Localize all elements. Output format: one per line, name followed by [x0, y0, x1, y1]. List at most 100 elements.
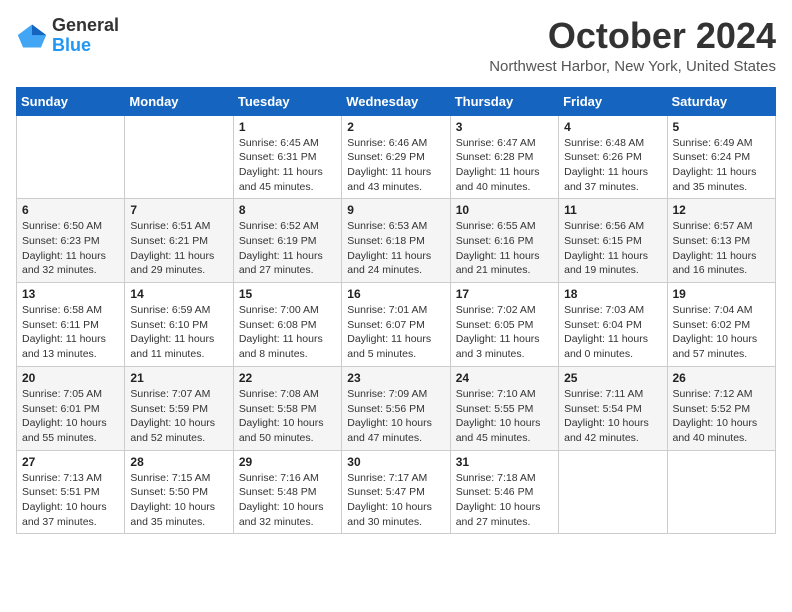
day-number: 24	[456, 371, 553, 385]
day-info: Sunrise: 6:48 AM Sunset: 6:26 PM Dayligh…	[564, 136, 661, 195]
day-info: Sunrise: 7:12 AM Sunset: 5:52 PM Dayligh…	[673, 387, 771, 446]
day-number: 19	[673, 287, 771, 301]
day-info: Sunrise: 6:55 AM Sunset: 6:16 PM Dayligh…	[456, 219, 553, 278]
calendar-day-cell: 14 Sunrise: 6:59 AM Sunset: 6:10 PM Dayli…	[125, 283, 233, 367]
day-number: 11	[564, 203, 661, 217]
day-info: Sunrise: 6:46 AM Sunset: 6:29 PM Dayligh…	[347, 136, 444, 195]
calendar-week-row: 20 Sunrise: 7:05 AM Sunset: 6:01 PM Dayli…	[17, 366, 776, 450]
logo-icon	[16, 22, 48, 50]
day-info: Sunrise: 7:13 AM Sunset: 5:51 PM Dayligh…	[22, 471, 119, 530]
calendar-day-cell: 9 Sunrise: 6:53 AM Sunset: 6:18 PM Daylig…	[342, 199, 450, 283]
calendar-day-cell: 31 Sunrise: 7:18 AM Sunset: 5:46 PM Dayli…	[450, 450, 558, 534]
calendar-day-cell: 27 Sunrise: 7:13 AM Sunset: 5:51 PM Dayli…	[17, 450, 125, 534]
day-number: 27	[22, 455, 119, 469]
day-number: 1	[239, 120, 336, 134]
day-number: 5	[673, 120, 771, 134]
day-number: 10	[456, 203, 553, 217]
day-number: 17	[456, 287, 553, 301]
calendar-day-cell: 30Sunrise: 7:17 AM Sunset: 5:47 PM Dayli…	[342, 450, 450, 534]
calendar-day-cell: 6Sunrise: 6:50 AM Sunset: 6:23 PM Daylig…	[17, 199, 125, 283]
day-info: Sunrise: 7:03 AM Sunset: 6:04 PM Dayligh…	[564, 303, 661, 362]
calendar-week-row: 6Sunrise: 6:50 AM Sunset: 6:23 PM Daylig…	[17, 199, 776, 283]
day-info: Sunrise: 6:53 AM Sunset: 6:18 PM Dayligh…	[347, 219, 444, 278]
calendar-week-row: 1 Sunrise: 6:45 AM Sunset: 6:31 PM Daylig…	[17, 115, 776, 199]
day-of-week-header: Tuesday	[233, 87, 341, 115]
day-info: Sunrise: 6:52 AM Sunset: 6:19 PM Dayligh…	[239, 219, 336, 278]
day-number: 28	[130, 455, 227, 469]
day-info: Sunrise: 7:09 AM Sunset: 5:56 PM Dayligh…	[347, 387, 444, 446]
day-info: Sunrise: 6:58 AM Sunset: 6:11 PM Dayligh…	[22, 303, 119, 362]
logo-general-text: General	[52, 15, 119, 35]
day-info: Sunrise: 7:04 AM Sunset: 6:02 PM Dayligh…	[673, 303, 771, 362]
day-info: Sunrise: 7:02 AM Sunset: 6:05 PM Dayligh…	[456, 303, 553, 362]
day-of-week-header: Monday	[125, 87, 233, 115]
calendar-day-cell: 22Sunrise: 7:08 AM Sunset: 5:58 PM Dayli…	[233, 366, 341, 450]
day-number: 23	[347, 371, 444, 385]
day-number: 15	[239, 287, 336, 301]
calendar-day-cell: 2 Sunrise: 6:46 AM Sunset: 6:29 PM Daylig…	[342, 115, 450, 199]
calendar-day-cell	[125, 115, 233, 199]
day-info: Sunrise: 7:18 AM Sunset: 5:46 PM Dayligh…	[456, 471, 553, 530]
day-number: 16	[347, 287, 444, 301]
day-info: Sunrise: 7:11 AM Sunset: 5:54 PM Dayligh…	[564, 387, 661, 446]
calendar-day-cell: 21Sunrise: 7:07 AM Sunset: 5:59 PM Dayli…	[125, 366, 233, 450]
calendar-day-cell	[559, 450, 667, 534]
day-info: Sunrise: 7:05 AM Sunset: 6:01 PM Dayligh…	[22, 387, 119, 446]
day-number: 2	[347, 120, 444, 134]
day-number: 29	[239, 455, 336, 469]
calendar-week-row: 27 Sunrise: 7:13 AM Sunset: 5:51 PM Dayli…	[17, 450, 776, 534]
logo: General Blue	[16, 16, 119, 56]
calendar-day-cell: 8 Sunrise: 6:52 AM Sunset: 6:19 PM Daylig…	[233, 199, 341, 283]
day-number: 14	[130, 287, 227, 301]
calendar-day-cell: 1 Sunrise: 6:45 AM Sunset: 6:31 PM Daylig…	[233, 115, 341, 199]
calendar-day-cell: 28 Sunrise: 7:15 AM Sunset: 5:50 PM Dayli…	[125, 450, 233, 534]
day-of-week-header: Sunday	[17, 87, 125, 115]
day-info: Sunrise: 6:47 AM Sunset: 6:28 PM Dayligh…	[456, 136, 553, 195]
day-number: 12	[673, 203, 771, 217]
calendar-day-cell	[667, 450, 776, 534]
day-of-week-header: Wednesday	[342, 87, 450, 115]
day-number: 6	[22, 203, 119, 217]
logo-blue-text: Blue	[52, 35, 91, 55]
calendar-day-cell: 3 Sunrise: 6:47 AM Sunset: 6:28 PM Daylig…	[450, 115, 558, 199]
calendar-week-row: 13Sunrise: 6:58 AM Sunset: 6:11 PM Dayli…	[17, 283, 776, 367]
day-number: 18	[564, 287, 661, 301]
day-info: Sunrise: 6:57 AM Sunset: 6:13 PM Dayligh…	[673, 219, 771, 278]
day-of-week-header: Friday	[559, 87, 667, 115]
calendar-day-cell: 10 Sunrise: 6:55 AM Sunset: 6:16 PM Dayli…	[450, 199, 558, 283]
calendar-day-cell: 25 Sunrise: 7:11 AM Sunset: 5:54 PM Dayli…	[559, 366, 667, 450]
calendar-day-cell: 19 Sunrise: 7:04 AM Sunset: 6:02 PM Dayli…	[667, 283, 776, 367]
calendar-day-cell	[17, 115, 125, 199]
day-of-week-header: Thursday	[450, 87, 558, 115]
day-info: Sunrise: 7:17 AM Sunset: 5:47 PM Dayligh…	[347, 471, 444, 530]
calendar-day-cell: 7Sunrise: 6:51 AM Sunset: 6:21 PM Daylig…	[125, 199, 233, 283]
day-info: Sunrise: 6:59 AM Sunset: 6:10 PM Dayligh…	[130, 303, 227, 362]
calendar-day-cell: 20 Sunrise: 7:05 AM Sunset: 6:01 PM Dayli…	[17, 366, 125, 450]
day-number: 4	[564, 120, 661, 134]
day-number: 21	[130, 371, 227, 385]
day-info: Sunrise: 6:49 AM Sunset: 6:24 PM Dayligh…	[673, 136, 771, 195]
day-info: Sunrise: 7:00 AM Sunset: 6:08 PM Dayligh…	[239, 303, 336, 362]
calendar-day-cell: 5 Sunrise: 6:49 AM Sunset: 6:24 PM Daylig…	[667, 115, 776, 199]
day-number: 8	[239, 203, 336, 217]
day-number: 20	[22, 371, 119, 385]
day-info: Sunrise: 7:16 AM Sunset: 5:48 PM Dayligh…	[239, 471, 336, 530]
day-info: Sunrise: 7:01 AM Sunset: 6:07 PM Dayligh…	[347, 303, 444, 362]
day-info: Sunrise: 6:45 AM Sunset: 6:31 PM Dayligh…	[239, 136, 336, 195]
day-number: 9	[347, 203, 444, 217]
calendar-day-cell: 12 Sunrise: 6:57 AM Sunset: 6:13 PM Dayli…	[667, 199, 776, 283]
calendar-day-cell: 17 Sunrise: 7:02 AM Sunset: 6:05 PM Dayli…	[450, 283, 558, 367]
day-info: Sunrise: 7:15 AM Sunset: 5:50 PM Dayligh…	[130, 471, 227, 530]
calendar-day-cell: 4 Sunrise: 6:48 AM Sunset: 6:26 PM Daylig…	[559, 115, 667, 199]
day-number: 7	[130, 203, 227, 217]
calendar-table: SundayMondayTuesdayWednesdayThursdayFrid…	[16, 87, 776, 535]
calendar-day-cell: 29 Sunrise: 7:16 AM Sunset: 5:48 PM Dayli…	[233, 450, 341, 534]
day-number: 3	[456, 120, 553, 134]
title-block: October 2024 Northwest Harbor, New York,…	[489, 16, 776, 75]
calendar-day-cell: 23 Sunrise: 7:09 AM Sunset: 5:56 PM Dayli…	[342, 366, 450, 450]
calendar-day-cell: 18 Sunrise: 7:03 AM Sunset: 6:04 PM Dayli…	[559, 283, 667, 367]
header-row: SundayMondayTuesdayWednesdayThursdayFrid…	[17, 87, 776, 115]
day-number: 25	[564, 371, 661, 385]
day-number: 31	[456, 455, 553, 469]
calendar-day-cell: 16 Sunrise: 7:01 AM Sunset: 6:07 PM Dayli…	[342, 283, 450, 367]
